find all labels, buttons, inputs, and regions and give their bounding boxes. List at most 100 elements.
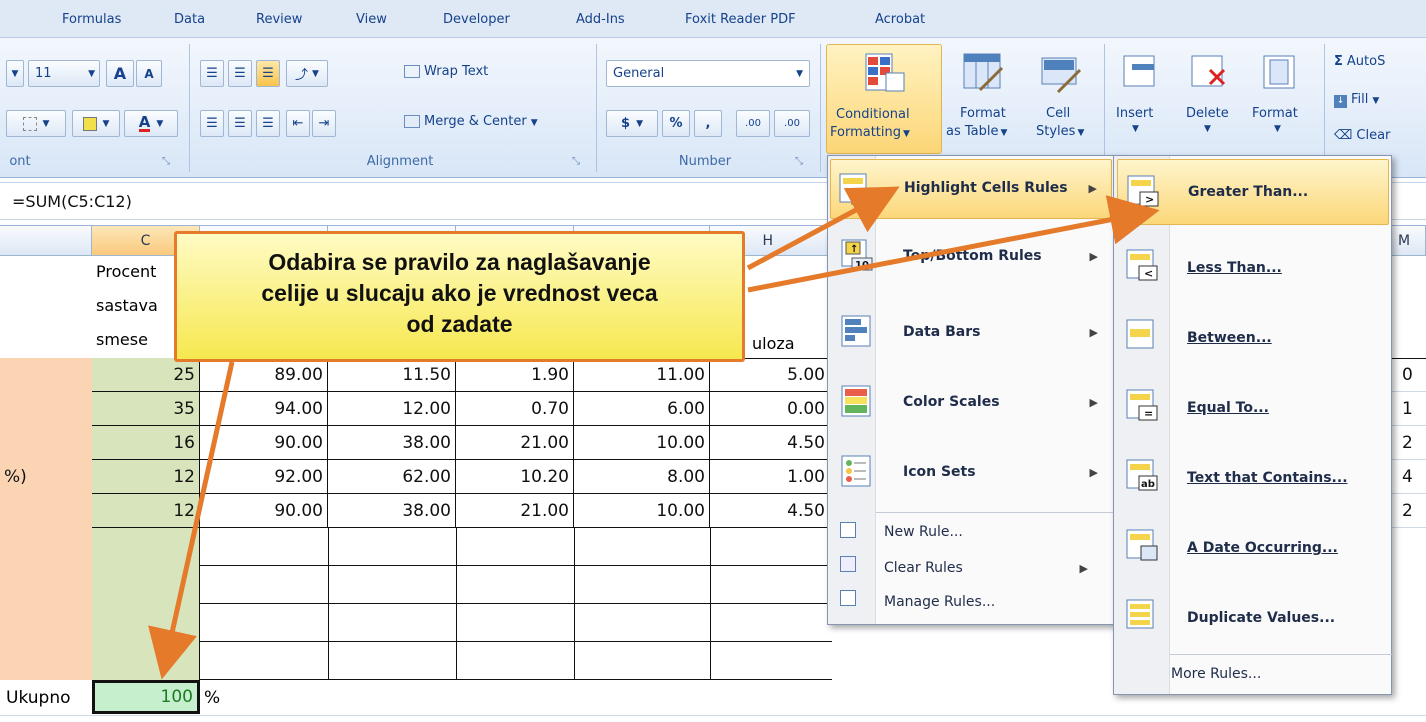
clear-button[interactable]: ⌫ Clear <box>1334 128 1390 143</box>
cell-g[interactable]: 11.00 <box>574 358 710 392</box>
cell-d[interactable]: 89.00 <box>200 358 328 392</box>
total-cell[interactable]: 100 <box>92 680 200 714</box>
tab-add-ins[interactable]: Add-Ins <box>576 12 625 27</box>
cell-g[interactable]: 10.00 <box>574 426 710 460</box>
cell-c[interactable]: 12 <box>92 494 200 528</box>
menu-item-between[interactable]: Between... <box>1117 304 1389 370</box>
cell-d[interactable]: 92.00 <box>200 460 328 494</box>
decrease-font-icon[interactable]: A <box>136 60 162 87</box>
menu-item-clear-rules[interactable]: Clear Rules ▶ <box>840 554 1108 584</box>
cell-f[interactable]: 10.20 <box>456 460 574 494</box>
cell-c[interactable]: 16 <box>92 426 200 460</box>
column-header-m[interactable]: M <box>1392 226 1426 256</box>
align-bottom-icon[interactable]: ☰ <box>256 60 280 87</box>
menu-item-manage-rules[interactable]: Manage Rules... <box>840 588 1108 618</box>
fill-color-button[interactable]: ▼ <box>72 110 120 137</box>
menu-item-more-rules[interactable]: More Rules... <box>1117 660 1389 690</box>
cell-m[interactable]: 0 <box>1398 358 1426 392</box>
tab-foxit-reader-pdf[interactable]: Foxit Reader PDF <box>685 12 796 27</box>
align-left-icon[interactable]: ☰ <box>200 110 224 137</box>
tab-developer[interactable]: Developer <box>443 12 510 27</box>
align-middle-icon[interactable]: ☰ <box>228 60 252 87</box>
cell-e[interactable]: 12.00 <box>328 392 456 426</box>
cell-f[interactable]: 21.00 <box>456 426 574 460</box>
delete-button[interactable]: Delete ▼ <box>1176 44 1242 154</box>
cell-g[interactable]: 10.00 <box>574 494 710 528</box>
tab-review[interactable]: Review <box>256 12 302 27</box>
menu-item-data-bars[interactable]: Data Bars ▶ <box>830 300 1112 366</box>
autosum-button[interactable]: Σ AutoS <box>1334 54 1385 69</box>
cell-e[interactable]: 11.50 <box>328 358 456 392</box>
increase-font-icon[interactable]: A <box>106 60 134 87</box>
font-color-button[interactable]: A ▼ <box>124 110 178 137</box>
cell-d[interactable]: 90.00 <box>200 494 328 528</box>
orientation-icon[interactable]: ⤴ ▼ <box>286 60 328 87</box>
cell-e[interactable]: 62.00 <box>328 460 456 494</box>
fill-button[interactable]: ↓ Fill ▼ <box>1334 92 1379 108</box>
row-label-cell[interactable]: %) <box>0 460 92 494</box>
cell-m[interactable]: 4 <box>1398 460 1426 494</box>
insert-button[interactable]: Insert ▼ <box>1110 44 1170 154</box>
align-top-icon[interactable]: ☰ <box>200 60 224 87</box>
cell-c[interactable]: 12 <box>92 460 200 494</box>
increase-indent-icon[interactable]: ⇥ <box>312 110 336 137</box>
menu-item-text-that-contains[interactable]: ab Text that Contains... <box>1117 444 1389 510</box>
cell-d[interactable]: 90.00 <box>200 426 328 460</box>
borders-button[interactable]: ▼ <box>6 110 66 137</box>
currency-button[interactable]: $ ▼ <box>606 110 658 137</box>
menu-item-equal-to[interactable]: = Equal To... <box>1117 374 1389 440</box>
wrap-text-button[interactable]: Wrap Text <box>404 64 488 79</box>
dialog-launcher-icon[interactable]: ⤡ <box>572 156 580 167</box>
font-name-dropdown[interactable]: ▼ <box>6 60 24 87</box>
menu-item-icon-sets[interactable]: Icon Sets ▶ <box>830 440 1112 506</box>
cell-h[interactable]: 4.50 <box>710 494 830 528</box>
cell-m[interactable]: 2 <box>1398 494 1426 528</box>
comma-button[interactable]: , <box>694 110 722 137</box>
cell-c[interactable]: 25 <box>92 358 200 392</box>
menu-item-greater-than[interactable]: > Greater Than... <box>1117 159 1389 225</box>
tab-data[interactable]: Data <box>174 12 205 27</box>
cell-h[interactable]: 1.00 <box>710 460 830 494</box>
conditional-formatting-button[interactable]: Conditional Formatting ▼ <box>826 44 942 154</box>
decrease-decimal-button[interactable]: .00 <box>774 110 810 137</box>
cell-f[interactable]: 0.70 <box>456 392 574 426</box>
tab-view[interactable]: View <box>356 12 387 27</box>
cell-f[interactable]: 1.90 <box>456 358 574 392</box>
column-header[interactable] <box>0 226 92 256</box>
cell-e[interactable]: 38.00 <box>328 494 456 528</box>
tab-acrobat[interactable]: Acrobat <box>875 12 925 27</box>
number-format-dropdown[interactable]: General ▼ <box>606 60 810 87</box>
font-size-dropdown[interactable]: 11 ▼ <box>28 60 100 87</box>
format-button[interactable]: Format ▼ <box>1246 44 1312 154</box>
row-label-cell[interactable] <box>0 426 92 460</box>
row-label-cell[interactable] <box>0 358 92 392</box>
menu-item-less-than[interactable]: < Less Than... <box>1117 234 1389 300</box>
dialog-launcher-icon[interactable]: ⤡ <box>795 156 803 167</box>
menu-item-duplicate-values[interactable]: Duplicate Values... <box>1117 584 1389 650</box>
cell-h[interactable]: 5.00 <box>710 358 830 392</box>
cell-d[interactable]: 94.00 <box>200 392 328 426</box>
cell-g[interactable]: 8.00 <box>574 460 710 494</box>
menu-item-new-rule[interactable]: New Rule... <box>840 520 1108 550</box>
cell-styles-button[interactable]: Cell Styles ▼ <box>1024 44 1098 154</box>
percent-button[interactable]: % <box>662 110 690 137</box>
cell-h[interactable]: 4.50 <box>710 426 830 460</box>
cell-g[interactable]: 6.00 <box>574 392 710 426</box>
cell-m[interactable]: 2 <box>1398 426 1426 460</box>
row-label-cell[interactable] <box>0 392 92 426</box>
cell-c[interactable]: 35 <box>92 392 200 426</box>
format-as-table-button[interactable]: Format as Table ▼ <box>946 44 1020 154</box>
dialog-launcher-icon[interactable]: ⤡ <box>162 156 170 167</box>
menu-item-highlight-cells-rules[interactable]: > Highlight Cells Rules ▶ <box>830 159 1112 219</box>
merge-center-button[interactable]: Merge & Center ▼ <box>404 114 538 129</box>
align-center-icon[interactable]: ☰ <box>228 110 252 137</box>
row-label-cell[interactable] <box>0 494 92 528</box>
decrease-indent-icon[interactable]: ⇤ <box>286 110 310 137</box>
cell-f[interactable]: 21.00 <box>456 494 574 528</box>
menu-item-a-date-occurring[interactable]: A Date Occurring... <box>1117 514 1389 580</box>
cell-h[interactable]: 0.00 <box>710 392 830 426</box>
menu-item-color-scales[interactable]: Color Scales ▶ <box>830 370 1112 436</box>
tab-formulas[interactable]: Formulas <box>62 12 121 27</box>
menu-item-top-bottom-rules[interactable]: ↑ 10 Top/Bottom Rules ▶ <box>830 224 1112 290</box>
align-right-icon[interactable]: ☰ <box>256 110 280 137</box>
